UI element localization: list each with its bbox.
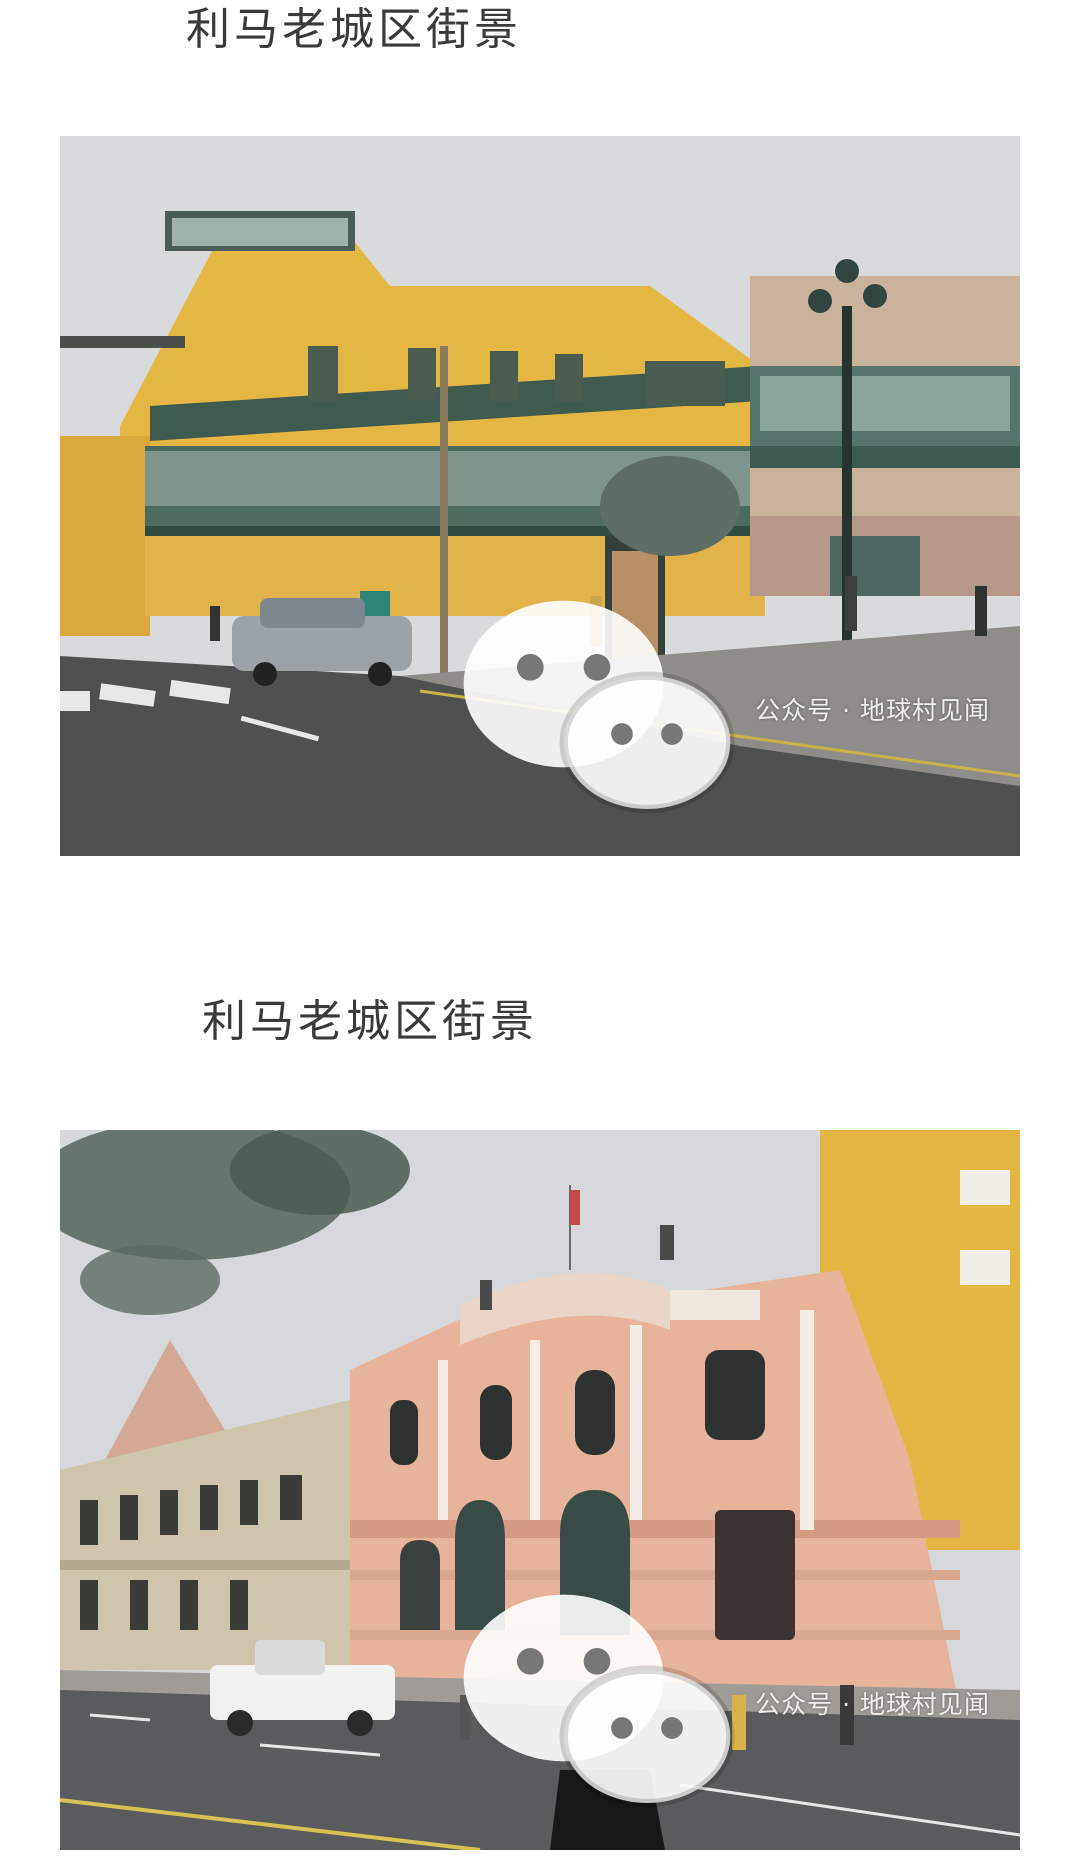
street-photo-post-office[interactable]: 公众号 · 地球村见闻: [60, 1130, 1020, 1850]
street-photo-yellow-building[interactable]: 公众号 · 地球村见闻: [60, 136, 1020, 856]
photo-watermark: 公众号 · 地球村见闻: [447, 1578, 990, 1828]
photo-caption: 利马老城区街景: [202, 996, 538, 1047]
watermark-text: 公众号 · 地球村见闻: [755, 1690, 990, 1719]
watermark-text: 公众号 · 地球村见闻: [755, 696, 990, 725]
wechat-icon: [463, 600, 735, 814]
photo-watermark: 公众号 · 地球村见闻: [447, 584, 990, 834]
wechat-icon: [463, 1594, 735, 1808]
photo-caption: 利马老城区街景: [186, 4, 522, 55]
